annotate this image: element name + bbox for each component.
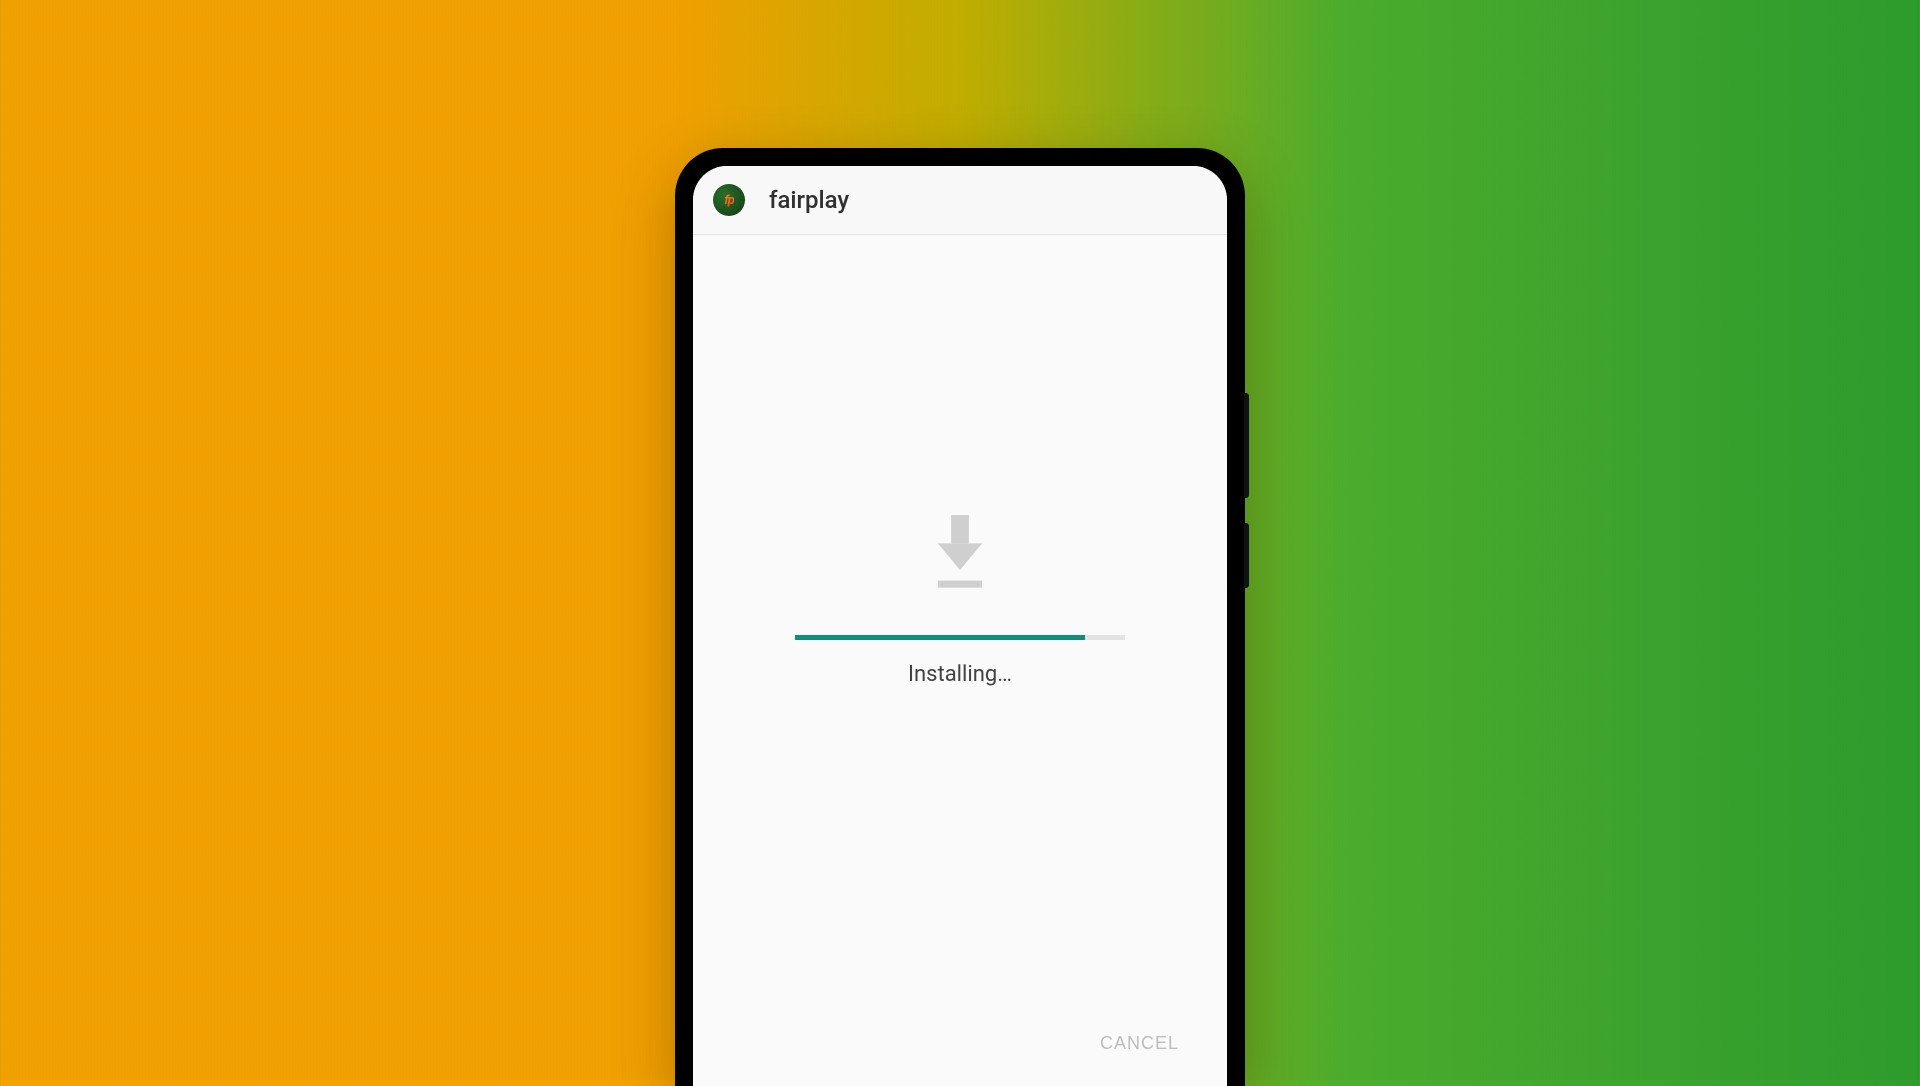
cancel-button[interactable]: CANCEL <box>1082 1021 1197 1066</box>
installer-content: Installing… CANCEL <box>693 235 1227 1086</box>
button-bar: CANCEL <box>1082 1021 1197 1066</box>
progress-fill <box>795 635 1085 640</box>
app-title: fairplay <box>769 186 849 214</box>
download-icon <box>927 515 993 593</box>
phone-frame: fp fairplay Installing… CANCEL <box>675 148 1245 1086</box>
progress-bar <box>795 635 1125 640</box>
app-icon: fp <box>713 184 745 216</box>
phone-screen: fp fairplay Installing… CANCEL <box>693 166 1227 1086</box>
installer-header: fp fairplay <box>693 166 1227 235</box>
phone-side-button <box>1244 393 1249 498</box>
install-status-text: Installing… <box>908 662 1012 687</box>
app-icon-label: fp <box>724 193 734 208</box>
phone-side-button <box>1244 523 1249 588</box>
